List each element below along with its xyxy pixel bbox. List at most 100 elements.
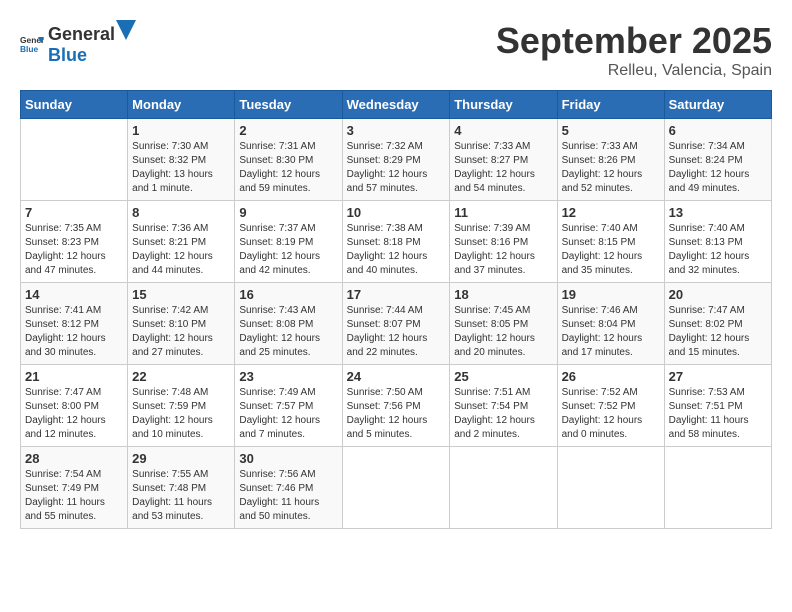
day-info: Sunrise: 7:38 AMSunset: 8:18 PMDaylight:… (347, 222, 446, 278)
calendar-cell: 29 Sunrise: 7:55 AMSunset: 7:48 PMDayligh… (128, 447, 235, 529)
calendar-cell: 20Sunrise: 7:47 AMSunset: 8:02 PMDayligh… (664, 283, 771, 365)
day-number: 9 (239, 205, 337, 220)
day-number: 23 (239, 369, 337, 384)
calendar-cell: 17Sunrise: 7:44 AMSunset: 8:07 PMDayligh… (342, 283, 450, 365)
day-number: 3 (347, 123, 446, 138)
day-number: 17 (347, 287, 446, 302)
calendar-cell: 18Sunrise: 7:45 AMSunset: 8:05 PMDayligh… (450, 283, 557, 365)
logo: General Blue General Blue (20, 20, 138, 66)
header-wednesday: Wednesday (342, 91, 450, 119)
day-info: Sunrise: 7:31 AMSunset: 8:30 PMDaylight:… (239, 140, 337, 196)
calendar-cell: 11 Sunrise: 7:39 AMSunset: 8:16 PMDayligh… (450, 201, 557, 283)
day-number: 27 (669, 369, 767, 384)
day-info: Sunrise: 7:56 AMSunset: 7:46 PMDaylight:… (239, 468, 337, 524)
day-number: 4 (454, 123, 552, 138)
day-number: 14 (25, 287, 123, 302)
day-info: Sunrise: 7:33 AMSunset: 8:26 PMDaylight:… (562, 140, 660, 196)
day-number: 24 (347, 369, 446, 384)
calendar-cell: 2 Sunrise: 7:31 AMSunset: 8:30 PMDaylight… (235, 119, 342, 201)
calendar-header-row: SundayMondayTuesdayWednesdayThursdayFrid… (21, 91, 772, 119)
day-info: Sunrise: 7:41 AMSunset: 8:12 PMDaylight:… (25, 304, 123, 360)
calendar-cell: 27 Sunrise: 7:53 AMSunset: 7:51 PMDayligh… (664, 365, 771, 447)
day-info: Sunrise: 7:51 AMSunset: 7:54 PMDaylight:… (454, 386, 552, 442)
day-number: 1 (132, 123, 230, 138)
day-info: Sunrise: 7:30 AMSunset: 8:32 PMDaylight:… (132, 140, 230, 196)
day-number: 2 (239, 123, 337, 138)
day-info: Sunrise: 7:47 AMSunset: 8:00 PMDaylight:… (25, 386, 123, 442)
calendar-week-5: 28 Sunrise: 7:54 AMSunset: 7:49 PMDayligh… (21, 447, 772, 529)
day-info: Sunrise: 7:32 AMSunset: 8:29 PMDaylight:… (347, 140, 446, 196)
calendar-week-4: 21 Sunrise: 7:47 AMSunset: 8:00 PMDayligh… (21, 365, 772, 447)
calendar-cell: 26Sunrise: 7:52 AMSunset: 7:52 PMDayligh… (557, 365, 664, 447)
day-info: Sunrise: 7:46 AMSunset: 8:04 PMDaylight:… (562, 304, 660, 360)
day-number: 10 (347, 205, 446, 220)
calendar-cell: 4 Sunrise: 7:33 AMSunset: 8:27 PMDaylight… (450, 119, 557, 201)
header-friday: Friday (557, 91, 664, 119)
day-number: 12 (562, 205, 660, 220)
day-number: 19 (562, 287, 660, 302)
calendar-week-3: 14 Sunrise: 7:41 AMSunset: 8:12 PMDayligh… (21, 283, 772, 365)
day-number: 26 (562, 369, 660, 384)
logo-icon: General Blue (20, 31, 44, 55)
calendar-cell: 23 Sunrise: 7:49 AMSunset: 7:57 PMDayligh… (235, 365, 342, 447)
day-info: Sunrise: 7:35 AMSunset: 8:23 PMDaylight:… (25, 222, 123, 278)
calendar-cell (664, 447, 771, 529)
calendar-cell: 7 Sunrise: 7:35 AMSunset: 8:23 PMDaylight… (21, 201, 128, 283)
day-info: Sunrise: 7:33 AMSunset: 8:27 PMDaylight:… (454, 140, 552, 196)
calendar-cell: 28 Sunrise: 7:54 AMSunset: 7:49 PMDayligh… (21, 447, 128, 529)
day-number: 11 (454, 205, 552, 220)
calendar-cell: 30 Sunrise: 7:56 AMSunset: 7:46 PMDayligh… (235, 447, 342, 529)
day-info: Sunrise: 7:54 AMSunset: 7:49 PMDaylight:… (25, 468, 123, 524)
day-number: 8 (132, 205, 230, 220)
day-info: Sunrise: 7:42 AMSunset: 8:10 PMDaylight:… (132, 304, 230, 360)
day-info: Sunrise: 7:37 AMSunset: 8:19 PMDaylight:… (239, 222, 337, 278)
day-number: 22 (132, 369, 230, 384)
calendar-cell: 15 Sunrise: 7:42 AMSunset: 8:10 PMDayligh… (128, 283, 235, 365)
calendar-cell: 6Sunrise: 7:34 AMSunset: 8:24 PMDaylight… (664, 119, 771, 201)
calendar-week-1: 1 Sunrise: 7:30 AMSunset: 8:32 PMDaylight… (21, 119, 772, 201)
header-sunday: Sunday (21, 91, 128, 119)
calendar-cell: 25Sunrise: 7:51 AMSunset: 7:54 PMDayligh… (450, 365, 557, 447)
calendar-cell: 24 Sunrise: 7:50 AMSunset: 7:56 PMDayligh… (342, 365, 450, 447)
day-number: 21 (25, 369, 123, 384)
calendar-cell: 8 Sunrise: 7:36 AMSunset: 8:21 PMDaylight… (128, 201, 235, 283)
calendar-cell: 22 Sunrise: 7:48 AMSunset: 7:59 PMDayligh… (128, 365, 235, 447)
header-monday: Monday (128, 91, 235, 119)
calendar-cell: 3 Sunrise: 7:32 AMSunset: 8:29 PMDaylight… (342, 119, 450, 201)
day-info: Sunrise: 7:49 AMSunset: 7:57 PMDaylight:… (239, 386, 337, 442)
day-number: 29 (132, 451, 230, 466)
day-info: Sunrise: 7:55 AMSunset: 7:48 PMDaylight:… (132, 468, 230, 524)
calendar-cell (21, 119, 128, 201)
day-info: Sunrise: 7:40 AMSunset: 8:15 PMDaylight:… (562, 222, 660, 278)
calendar-cell: 13 Sunrise: 7:40 AMSunset: 8:13 PMDayligh… (664, 201, 771, 283)
logo-triangle-icon (116, 20, 136, 40)
calendar-cell (342, 447, 450, 529)
day-number: 5 (562, 123, 660, 138)
day-info: Sunrise: 7:36 AMSunset: 8:21 PMDaylight:… (132, 222, 230, 278)
day-number: 15 (132, 287, 230, 302)
day-info: Sunrise: 7:39 AMSunset: 8:16 PMDaylight:… (454, 222, 552, 278)
day-number: 13 (669, 205, 767, 220)
day-info: Sunrise: 7:48 AMSunset: 7:59 PMDaylight:… (132, 386, 230, 442)
day-number: 30 (239, 451, 337, 466)
day-info: Sunrise: 7:40 AMSunset: 8:13 PMDaylight:… (669, 222, 767, 278)
day-info: Sunrise: 7:50 AMSunset: 7:56 PMDaylight:… (347, 386, 446, 442)
day-number: 7 (25, 205, 123, 220)
calendar-cell (557, 447, 664, 529)
logo-general: General (48, 24, 115, 45)
header: General Blue General Blue September 2025… (20, 20, 772, 80)
subtitle: Relleu, Valencia, Spain (496, 62, 772, 80)
day-number: 16 (239, 287, 337, 302)
day-number: 28 (25, 451, 123, 466)
calendar-cell: 21 Sunrise: 7:47 AMSunset: 8:00 PMDayligh… (21, 365, 128, 447)
calendar-cell: 16Sunrise: 7:43 AMSunset: 8:08 PMDayligh… (235, 283, 342, 365)
day-info: Sunrise: 7:53 AMSunset: 7:51 PMDaylight:… (669, 386, 767, 442)
calendar-cell: 12 Sunrise: 7:40 AMSunset: 8:15 PMDayligh… (557, 201, 664, 283)
month-title: September 2025 (496, 20, 772, 62)
day-info: Sunrise: 7:45 AMSunset: 8:05 PMDaylight:… (454, 304, 552, 360)
logo-blue: Blue (48, 45, 87, 65)
title-area: September 2025 Relleu, Valencia, Spain (496, 20, 772, 80)
calendar-cell: 14 Sunrise: 7:41 AMSunset: 8:12 PMDayligh… (21, 283, 128, 365)
header-thursday: Thursday (450, 91, 557, 119)
calendar-table: SundayMondayTuesdayWednesdayThursdayFrid… (20, 90, 772, 529)
